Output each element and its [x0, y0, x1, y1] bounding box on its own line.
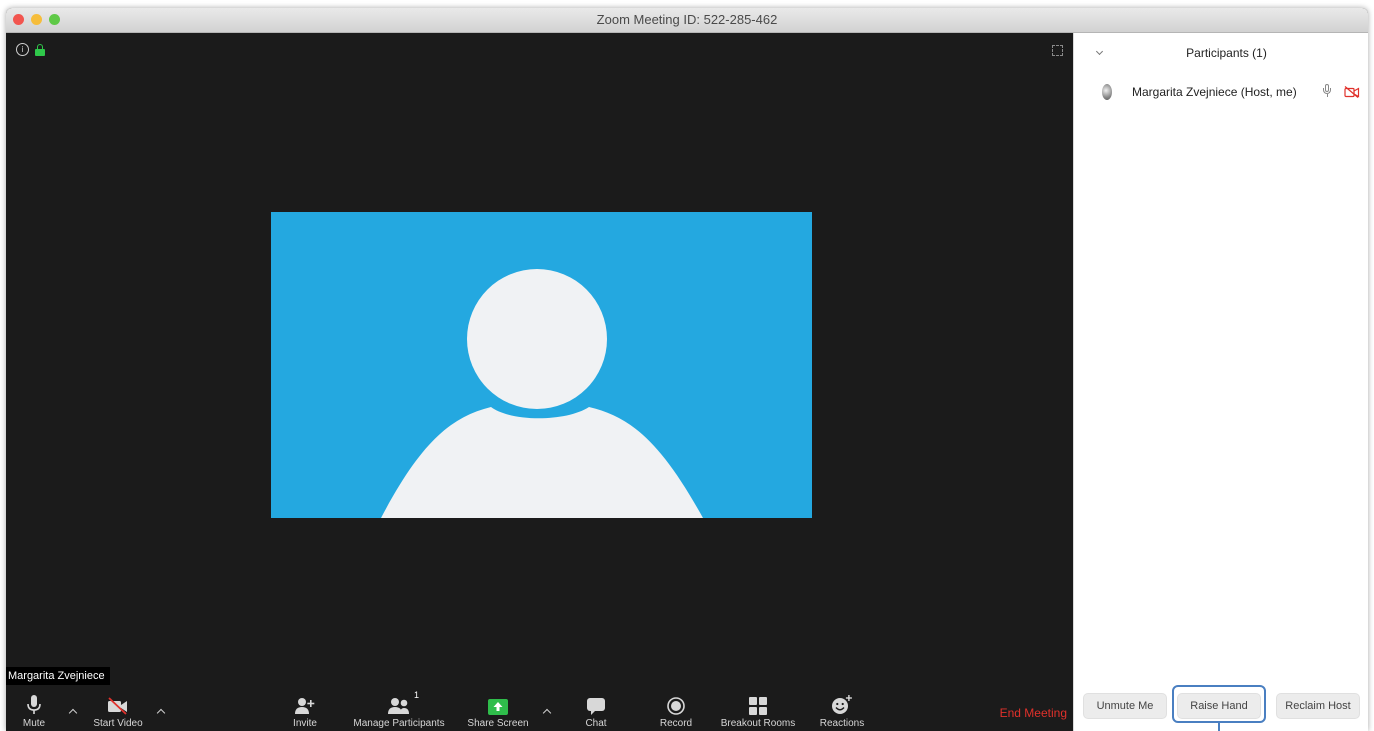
chat-label: Chat: [585, 718, 607, 729]
participant-name: Margarita Zvejniece (Host, me): [1132, 85, 1297, 99]
share-screen-button[interactable]: Share Screen: [462, 691, 534, 731]
record-button[interactable]: Record: [654, 691, 698, 731]
participant-video-placeholder: [271, 212, 812, 518]
reactions-label: Reactions: [819, 718, 865, 729]
raise-hand-button[interactable]: Raise Hand: [1177, 693, 1261, 719]
invite-label: Invite: [293, 718, 317, 729]
breakout-rooms-label: Breakout Rooms: [720, 718, 796, 729]
chat-button[interactable]: Chat: [578, 691, 614, 731]
fullscreen-icon[interactable]: [1052, 45, 1063, 56]
record-label: Record: [659, 718, 693, 729]
participants-icon: [388, 698, 409, 714]
start-video-label: Start Video: [93, 718, 143, 729]
breakout-rooms-icon: [749, 697, 767, 715]
unmute-me-button[interactable]: Unmute Me: [1083, 693, 1167, 719]
participant-name-tag: Margarita Zvejniece: [6, 667, 110, 685]
end-meeting-button[interactable]: End Meeting: [1000, 706, 1067, 720]
camera-off-icon[interactable]: [1344, 86, 1360, 98]
meeting-toolbar: Mute Start Video Invite 1 Manage Partici…: [6, 690, 1073, 731]
title-bar: Zoom Meeting ID: 522-285-462: [6, 8, 1368, 33]
window-title: Zoom Meeting ID: 522-285-462: [596, 12, 778, 27]
avatar-silhouette-icon: [381, 269, 703, 518]
avatar: [1102, 84, 1112, 100]
mute-label: Mute: [22, 718, 46, 729]
start-video-button[interactable]: Start Video: [90, 691, 146, 731]
audio-options-chevron-icon[interactable]: [68, 707, 78, 717]
share-options-chevron-icon[interactable]: [542, 707, 552, 717]
participants-panel-title: Participants (1): [1186, 46, 1267, 60]
manage-participants-label: Manage Participants: [353, 718, 445, 729]
microphone-icon: [27, 695, 41, 714]
participants-panel: Participants (1) Margarita Zvejniece (Ho…: [1073, 33, 1368, 731]
reclaim-host-button[interactable]: Reclaim Host: [1276, 693, 1360, 719]
record-icon: [667, 697, 685, 715]
mute-button[interactable]: Mute: [14, 691, 54, 731]
breakout-rooms-button[interactable]: Breakout Rooms: [716, 691, 800, 731]
invite-icon: [295, 698, 315, 714]
callout-pointer-line: [1218, 721, 1220, 731]
reactions-button[interactable]: Reactions: [814, 691, 870, 731]
chat-icon: [587, 698, 605, 715]
video-options-chevron-icon[interactable]: [156, 707, 166, 717]
video-off-icon: [108, 697, 127, 715]
video-area: i Margarita Zvejniece Mute Start Video I…: [6, 33, 1073, 731]
participant-count: 1: [413, 690, 419, 700]
participants-panel-actions: Unmute Me Raise Hand Reclaim Host: [1074, 685, 1368, 723]
reactions-icon: [832, 695, 852, 714]
manage-participants-button[interactable]: 1 Manage Participants: [346, 690, 452, 731]
participant-row[interactable]: Margarita Zvejniece (Host, me): [1074, 80, 1368, 104]
share-screen-icon: [488, 699, 508, 715]
info-icon[interactable]: i: [16, 43, 29, 56]
invite-button[interactable]: Invite: [290, 691, 320, 731]
lock-icon[interactable]: [35, 43, 45, 56]
microphone-icon[interactable]: [1322, 84, 1332, 100]
share-screen-label: Share Screen: [467, 718, 529, 729]
zoom-window: Zoom Meeting ID: 522-285-462 i Margarita…: [6, 8, 1368, 731]
